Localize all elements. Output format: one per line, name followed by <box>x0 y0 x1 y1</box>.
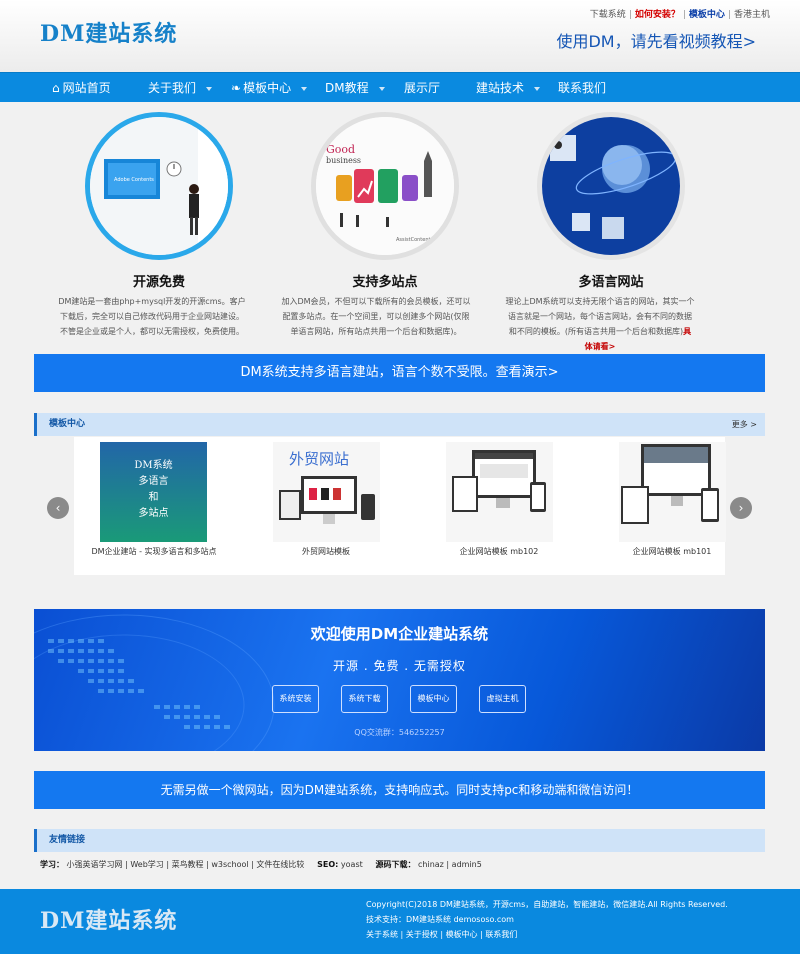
link[interactable]: yoast <box>341 860 363 869</box>
top-link-templates[interactable]: 模板中心 <box>689 10 725 20</box>
install-button[interactable]: 系统安装 <box>272 685 319 713</box>
svg-text:Good: Good <box>326 143 355 156</box>
link[interactable]: chinaz <box>418 860 444 869</box>
template-caption-mb101[interactable]: 企业网站模板 mb101 <box>587 546 757 557</box>
multilingual-demo-banner[interactable]: DM系统支持多语言建站，语言个数不受限。查看演示> <box>34 354 765 392</box>
virtual-host-button[interactable]: 虚拟主机 <box>479 685 526 713</box>
welcome-subtitle: 开源 . 免费 . 无需授权 <box>333 659 466 673</box>
qq-group: QQ交流群：546252257 <box>354 728 445 737</box>
link[interactable]: Web学习 <box>130 860 163 869</box>
welcome-banner: 欢迎使用DM企业建站系统 开源 . 免费 . 无需授权 系统安装 系统下载 模板… <box>34 609 765 751</box>
top-links: 下载系统 | 如何安装？ | 模板中心 | 香港主机 <box>589 10 770 20</box>
template-caption-mb102[interactable]: 企业网站模板 mb102 <box>414 546 584 557</box>
link[interactable]: w3school <box>211 860 248 869</box>
nav-item-contact[interactable]: 联系我们 <box>558 73 606 103</box>
footer-links: 关于系统 | 关于授权 | 模板中心 | 联系我们 <box>366 930 518 939</box>
chevron-left-icon: ‹ <box>55 501 61 515</box>
feature-title-multisite: 支持多站点 <box>352 275 418 290</box>
footer-link-contact[interactable]: 联系我们 <box>485 930 517 939</box>
download-button[interactable]: 系统下载 <box>341 685 388 713</box>
footer-link-templates[interactable]: 模板中心 <box>446 930 478 939</box>
link[interactable]: 菜鸟教程 <box>172 860 204 869</box>
section-title: 友情链接 <box>49 835 86 845</box>
svg-text:AssistContent: AssistContent <box>396 237 431 243</box>
section-title: 模板中心 <box>49 419 86 429</box>
svg-text:Adobe Contents: Adobe Contents <box>114 177 154 183</box>
nav-item-home[interactable]: ⌂ 网站首页 <box>52 73 111 103</box>
feature-image-multisite: Good business AssistContent <box>311 112 459 260</box>
templates-section-header: 模板中心 更多 > <box>34 413 765 436</box>
carousel-prev-button[interactable]: ‹ <box>47 497 69 519</box>
friend-links: 学习： 小强英语学习网 | Web学习 | 菜鸟教程 | w3school | … <box>40 860 482 869</box>
template-thumb-mb102[interactable] <box>446 442 553 542</box>
svg-text:外贸网站: 外贸网站 <box>289 450 349 468</box>
support-text: 技术支持：DM建站系统 demososo.com <box>366 915 514 924</box>
friend-links-header: 友情链接 <box>34 829 765 852</box>
templates-more-link[interactable]: 更多 > <box>732 413 757 436</box>
feature-image-multilingual <box>537 112 685 260</box>
site-header: DM建站系统 下载系统 | 如何安装？ | 模板中心 | 香港主机 使用DM，请先看视频教程… <box>0 0 800 72</box>
copyright-text: Copyright(C)2018 DM建站系统，开源cms，自助建站，智能建站，… <box>366 900 728 909</box>
nav-item-showcase[interactable]: 展示厅 <box>404 73 440 103</box>
welcome-title: 欢迎使用DM企业建站系统 <box>310 625 489 643</box>
link[interactable]: 文件在线比较 <box>256 860 304 869</box>
chevron-right-icon: › <box>738 501 744 515</box>
feature-image-open-source: Adobe Contents <box>85 112 233 260</box>
footer-logo: DM建站系统 <box>40 908 178 934</box>
template-caption-dm[interactable]: DM企业建站 - 实现多语言和多站点 <box>69 546 239 557</box>
feature-title-multilingual: 多语言网站 <box>578 275 644 290</box>
nav-item-tutorial[interactable]: DM教程 <box>325 73 385 103</box>
leaf-icon: ❧ <box>231 81 242 95</box>
video-tutorial-link[interactable]: 使用DM，请先看视频教程> <box>556 28 756 52</box>
feature-desc-open-source: DM建站是一套由php+mysql开发的开源cms。客户下载后，完全可以自己修改… <box>58 297 246 336</box>
carousel-next-button[interactable]: › <box>730 497 752 519</box>
home-icon: ⌂ <box>52 81 60 95</box>
template-caption-foreign-trade[interactable]: 外贸网站模板 <box>241 546 411 557</box>
nav-item-about[interactable]: 关于我们 <box>148 73 213 103</box>
template-thumb-mb101[interactable] <box>619 442 726 542</box>
template-thumb-foreign-trade[interactable]: 外贸网站 <box>273 442 380 542</box>
template-thumb-dm[interactable]: DM系统 多语言 和 多站点 <box>100 442 207 542</box>
site-footer: DM建站系统 Copyright(C)2018 DM建站系统，开源cms，自助建… <box>0 889 800 954</box>
svg-text:business: business <box>326 156 361 165</box>
footer-link-license[interactable]: 关于授权 <box>406 930 438 939</box>
feature-desc-multilingual: 理论上DM系统可以支持无限个语言的网站，其实一个语言就是一个网站，每个语言网站，… <box>505 297 695 351</box>
link[interactable]: admin5 <box>452 860 482 869</box>
top-link-download[interactable]: 下载系统 <box>590 10 626 20</box>
main-nav: ⌂ 网站首页 关于我们 ❧ 模板中心 DM教程 展示厅 建站技术 联系我们 <box>0 72 800 102</box>
feature-desc-multisite: 加入DM会员，不但可以下载所有的会员模板，还可以配置多站点。在一个空间里，可以创… <box>281 297 471 336</box>
nav-item-tech[interactable]: 建站技术 <box>476 73 541 103</box>
chevron-down-icon <box>534 86 541 91</box>
nav-item-templates[interactable]: ❧ 模板中心 <box>231 73 308 103</box>
site-logo[interactable]: DM建站系统 <box>40 16 177 48</box>
link[interactable]: 小强英语学习网 <box>67 860 123 869</box>
top-link-install[interactable]: 如何安装？ <box>635 10 680 20</box>
template-center-button[interactable]: 模板中心 <box>410 685 457 713</box>
footer-link-about[interactable]: 关于系统 <box>366 930 398 939</box>
chevron-down-icon <box>301 86 308 91</box>
top-link-hosting[interactable]: 香港主机 <box>734 10 770 20</box>
chevron-down-icon <box>378 86 385 91</box>
chevron-down-icon <box>206 86 213 91</box>
feature-title-open-source: 开源免费 <box>132 275 185 290</box>
responsive-banner: 无需另做一个微网站，因为DM建站系统，支持响应式。同时支持pc和移动端和微信访问… <box>34 771 765 809</box>
